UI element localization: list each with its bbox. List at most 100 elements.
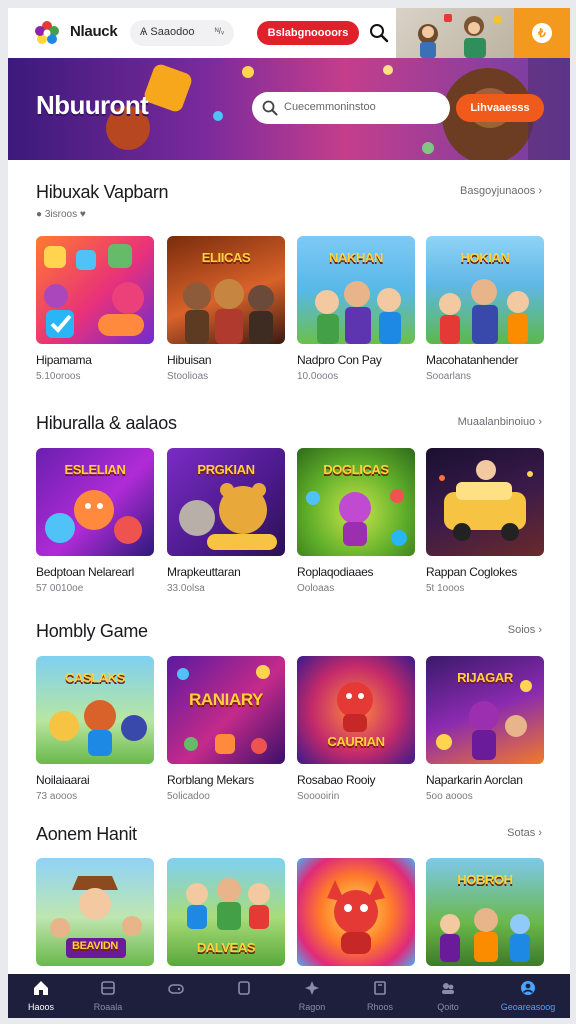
game-meta: 5.10oroos [36, 371, 81, 382]
header-cta-button[interactable]: Bslabgnoooors [257, 21, 359, 45]
brand-name[interactable]: Nlauck [70, 23, 118, 40]
game-thumbnail[interactable]: CASLAKS [36, 656, 154, 764]
game-card[interactable]: NAKHAN Nadpro Con Pay 10.0ooos [297, 236, 415, 382]
game-card[interactable]: Hipamama 5.10oroos [36, 236, 154, 382]
game-title: Hibuisan [167, 353, 212, 367]
nav-item-box[interactable] [212, 974, 276, 1018]
game-title: Hipamama [36, 353, 92, 367]
game-meta: Stoolioas [167, 371, 209, 382]
game-thumbnail[interactable]: HOKIAN [426, 236, 544, 344]
game-card[interactable]: RIJAGAR Naparkarin Aorclan 5oo aooos [426, 656, 544, 802]
animals-art-icon [49, 700, 147, 756]
characters-art-icon [183, 279, 274, 344]
game-thumbnail[interactable]: PRGKIAN [167, 448, 285, 556]
game-meta: 57 0010oe [36, 583, 84, 594]
game-card[interactable]: CASLAKS Noilaiaarai 73 aooos [36, 656, 154, 802]
section-see-all-link[interactable]: Basgoyjunaoos › [460, 185, 542, 197]
mascot-banner-image[interactable] [396, 8, 514, 58]
game-card[interactable]: PRGKIAN Mrapkeuttaran 33.0olsa [167, 448, 285, 594]
game-card[interactable]: HOKIAN Macohatanhender Sooarlans [426, 236, 544, 382]
nav-label: Ragon [298, 1002, 326, 1012]
game-title: Naparkarin Aorclan [426, 773, 523, 787]
spark-icon [305, 981, 319, 995]
nav-item-users[interactable]: Qoito [416, 974, 480, 1018]
game-thumbnail[interactable]: DALVEAS [167, 858, 285, 966]
coins-button[interactable]: ₺ [514, 8, 570, 58]
nav-label: Qoito [437, 1002, 459, 1012]
search-icon[interactable] [369, 23, 389, 43]
game-title: Macohatanhender [426, 353, 519, 367]
game-thumbnail[interactable] [297, 858, 415, 966]
section-title: Hombly Game [36, 621, 148, 641]
nav-label: Geoareasoog [500, 1002, 556, 1012]
game-meta: Ooloaas [297, 583, 335, 594]
book-icon [374, 981, 386, 995]
game-card[interactable]: DALVEAS [167, 858, 285, 966]
nav-item-book[interactable]: Rhoos [348, 974, 412, 1018]
nav-item-profile[interactable]: Geoareasoog [490, 974, 566, 1018]
section-title: Hiburalla & aalaos [36, 413, 177, 433]
section-link-label: Soios [507, 624, 536, 636]
game-thumbnail[interactable]: ELIICAS [167, 236, 285, 344]
bears-art-icon [179, 483, 277, 550]
section-title: Aonem Hanit [36, 824, 137, 844]
game-thumbnail[interactable]: CAURIAN [297, 656, 415, 764]
heart-icon: ♥ [79, 209, 86, 220]
box-icon [238, 981, 250, 995]
nav-item-games[interactable] [144, 974, 208, 1018]
game-thumbnail[interactable] [426, 448, 544, 556]
game-card[interactable]: HOBROH [426, 858, 544, 966]
game-meta: 5olicadoo [167, 791, 210, 802]
game-card[interactable] [297, 858, 415, 966]
section-subline-text: 3isroos [44, 209, 78, 220]
nav-item-spark[interactable]: Ragon [280, 974, 344, 1018]
game-thumbnail[interactable] [36, 236, 154, 344]
game-thumbnail[interactable]: RANIARY [167, 656, 285, 764]
game-thumbnail[interactable]: HOBROH [426, 858, 544, 966]
characters-art-icon [315, 281, 401, 344]
game-card[interactable]: BEAVIDN [36, 858, 154, 966]
game-title: Noilaiaarai [36, 773, 90, 787]
game-title: Rappan Coglokes [426, 565, 517, 579]
section-see-all-link[interactable]: Soios › [508, 624, 542, 636]
game-title: Bedptoan Nelarearl [36, 565, 135, 579]
nav-label: Rhoos [366, 1002, 393, 1012]
game-meta: 73 aooos [36, 791, 78, 802]
hero-search-input[interactable]: Cuecemmoninstoo [252, 92, 450, 124]
section-see-all-link[interactable]: Muaalanbinoiuo › [458, 416, 542, 428]
hero-cta-button[interactable]: Lihvaaesss [456, 94, 544, 122]
game-card[interactable]: RANIARY Rorblang Mekars 5olicadoo [167, 656, 285, 802]
game-meta: 5t 1ooos [426, 583, 465, 594]
nav-item-grid[interactable]: Roaala [76, 974, 140, 1018]
game-meta: 33.0olsa [167, 583, 205, 594]
top-bar: Nlauck Ѧ Saaodoo ᴺ/ᵥ Bslabgnoooors ₺ [8, 8, 570, 58]
section-title: Hibuxak Vapbarn [36, 182, 169, 202]
header-search-pill[interactable]: Ѧ Saaodoo ᴺ/ᵥ [130, 20, 234, 46]
header-search-label: Ѧ Saaodoo [140, 26, 195, 38]
mascot-illustration-icon [418, 14, 501, 58]
game-card[interactable]: ESLELIAN Bedptoan Nelarearl 57 0010oe [36, 448, 154, 594]
candy-art-icon [44, 244, 144, 338]
brand-logo-icon[interactable] [34, 20, 60, 46]
game-card[interactable]: ELIICAS Hibuisan Stoolioas [167, 236, 285, 382]
game-card[interactable]: DOGLICAS Roplaqodiaaes Ooloaas [297, 448, 415, 594]
chevron-right-icon: › [538, 827, 542, 839]
game-thumbnail[interactable]: NAKHAN [297, 236, 415, 344]
candy-art-icon [177, 665, 270, 754]
blobs-art-icon [45, 490, 142, 544]
hero-search-placeholder: Cuecemmoninstoo [284, 101, 376, 113]
game-title: Rorblang Mekars [167, 773, 254, 787]
users-icon [442, 983, 454, 994]
game-thumbnail[interactable]: BEAVIDN [36, 858, 154, 966]
grid-icon [101, 981, 115, 995]
section-see-all-link[interactable]: Sotas › [507, 827, 542, 839]
game-card[interactable]: CAURIAN Rosabao Rooiy Sooooirin [297, 656, 415, 802]
section-subline: ● 3isroos ♥ [36, 209, 86, 220]
game-thumbnail[interactable]: RIJAGAR [426, 656, 544, 764]
hero-title: Nbuuront [36, 90, 149, 120]
nav-item-home[interactable]: Haoos [9, 974, 73, 1018]
game-thumbnail[interactable]: ESLELIAN [36, 448, 154, 556]
game-meta: 10.0ooos [297, 371, 339, 382]
game-card[interactable]: Rappan Coglokes 5t 1ooos [426, 448, 544, 594]
game-thumbnail[interactable]: DOGLICAS [297, 448, 415, 556]
